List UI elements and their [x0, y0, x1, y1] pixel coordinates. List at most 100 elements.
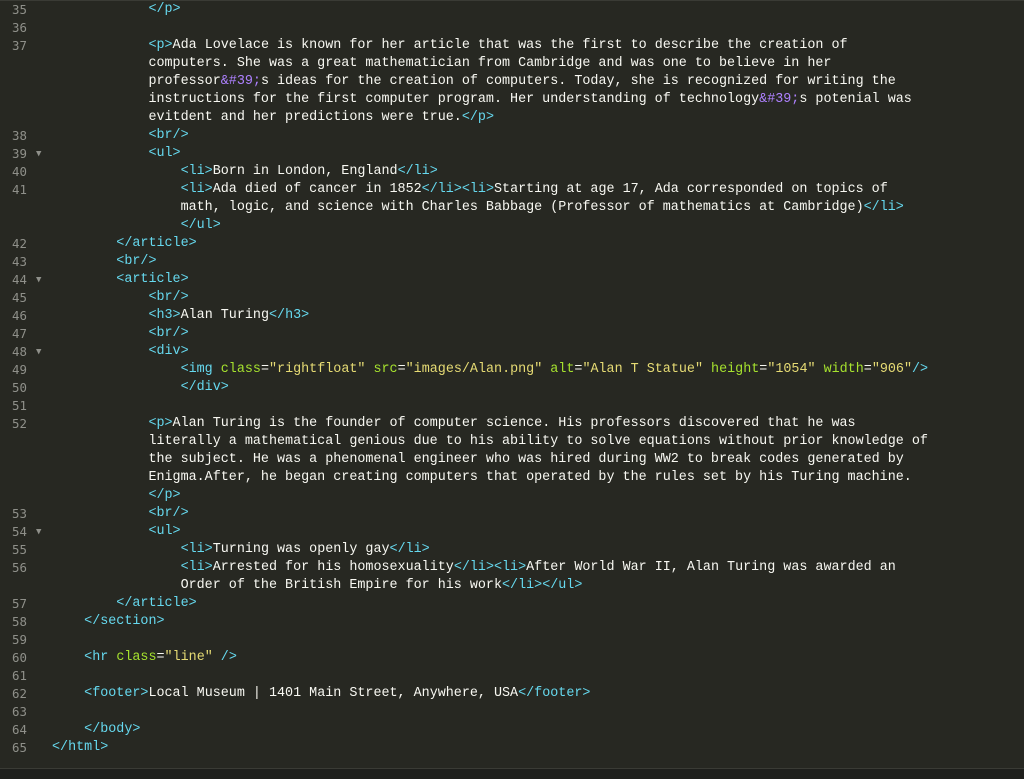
- code-line[interactable]: 59: [0, 631, 1024, 649]
- code-token: <img: [52, 362, 221, 377]
- code-line[interactable]: 56 <li>Arrested for his homosexuality</l…: [0, 559, 1024, 595]
- line-number: 38: [0, 127, 52, 145]
- code-token: <ul>: [52, 146, 181, 161]
- code-token: <br/>: [52, 128, 189, 143]
- code-token: />: [213, 650, 237, 665]
- line-number: 45: [0, 289, 52, 307]
- code-line[interactable]: 55 <li>Turning was openly gay</li>: [0, 541, 1024, 559]
- line-code[interactable]: <br/>: [52, 505, 1024, 523]
- line-number: 44: [0, 271, 52, 289]
- line-code[interactable]: <ul>: [52, 523, 1024, 541]
- line-code[interactable]: </article>: [52, 595, 1024, 613]
- code-line[interactable]: 51: [0, 397, 1024, 415]
- code-token: </body>: [52, 722, 140, 737]
- code-line[interactable]: 42 </article>: [0, 235, 1024, 253]
- code-token: Local Museum | 1401 Main Street, Anywher…: [148, 686, 518, 701]
- code-line[interactable]: 64 </body>: [0, 721, 1024, 739]
- code-token: </div>: [52, 380, 229, 395]
- line-code[interactable]: <article>: [52, 271, 1024, 289]
- code-line[interactable]: 63: [0, 703, 1024, 721]
- code-line[interactable]: 47 <br/>: [0, 325, 1024, 343]
- line-gutter: 60: [0, 649, 52, 667]
- line-gutter: 46: [0, 307, 52, 325]
- fold-arrow-icon[interactable]: ▼: [36, 145, 41, 163]
- line-code[interactable]: </div>: [52, 379, 1024, 397]
- code-token: <div>: [52, 344, 189, 359]
- line-number: 63: [0, 703, 52, 721]
- code-line[interactable]: 44▼ <article>: [0, 271, 1024, 289]
- code-token: <article>: [52, 272, 189, 287]
- line-number: 41: [0, 181, 52, 199]
- line-code[interactable]: <h3>Alan Turing</h3>: [52, 307, 1024, 325]
- line-code[interactable]: <br/>: [52, 325, 1024, 343]
- line-number: 40: [0, 163, 52, 181]
- line-gutter: 53: [0, 505, 52, 523]
- code-line[interactable]: 48▼ <div>: [0, 343, 1024, 361]
- code-token: />: [912, 362, 928, 377]
- code-line[interactable]: 40 <li>Born in London, England</li>: [0, 163, 1024, 181]
- line-code[interactable]: <li>Arrested for his homosexuality</li><…: [52, 559, 1024, 595]
- line-code[interactable]: <li>Born in London, England</li>: [52, 163, 1024, 181]
- code-line[interactable]: 49 <img class="rightfloat" src="images/A…: [0, 361, 1024, 379]
- status-bar: [0, 768, 1024, 779]
- fold-arrow-icon[interactable]: ▼: [36, 523, 41, 541]
- line-code[interactable]: <p>Alan Turing is the founder of compute…: [52, 415, 1024, 505]
- code-token: </li><li>: [454, 560, 526, 575]
- line-number: 47: [0, 325, 52, 343]
- code-token: alt: [550, 362, 574, 377]
- line-gutter: 39▼: [0, 145, 52, 163]
- code-token: =: [261, 362, 269, 377]
- line-gutter: 52: [0, 415, 52, 433]
- line-code[interactable]: </section>: [52, 613, 1024, 631]
- code-line[interactable]: 45 <br/>: [0, 289, 1024, 307]
- code-line[interactable]: 54▼ <ul>: [0, 523, 1024, 541]
- code-line[interactable]: 65</html>: [0, 739, 1024, 757]
- line-code[interactable]: <div>: [52, 343, 1024, 361]
- code-editor[interactable]: 35 </p>3637 <p>Ada Lovelace is known for…: [0, 0, 1024, 769]
- line-code[interactable]: <p>Ada Lovelace is known for her article…: [52, 37, 1024, 127]
- code-line[interactable]: 50 </div>: [0, 379, 1024, 397]
- code-line[interactable]: 52 <p>Alan Turing is the founder of comp…: [0, 415, 1024, 505]
- line-code[interactable]: <ul>: [52, 145, 1024, 163]
- line-code[interactable]: <br/>: [52, 127, 1024, 145]
- line-code[interactable]: <li>Turning was openly gay</li>: [52, 541, 1024, 559]
- code-line[interactable]: 53 <br/>: [0, 505, 1024, 523]
- code-line[interactable]: 37 <p>Ada Lovelace is known for her arti…: [0, 37, 1024, 127]
- code-line[interactable]: 57 </article>: [0, 595, 1024, 613]
- code-line[interactable]: 43 <br/>: [0, 253, 1024, 271]
- fold-arrow-icon[interactable]: ▼: [36, 271, 41, 289]
- fold-arrow-icon[interactable]: ▼: [36, 343, 41, 361]
- code-line[interactable]: 39▼ <ul>: [0, 145, 1024, 163]
- code-token: Turning was openly gay: [213, 542, 390, 557]
- code-line[interactable]: 41 <li>Ada died of cancer in 1852</li><l…: [0, 181, 1024, 235]
- line-code[interactable]: </article>: [52, 235, 1024, 253]
- line-number: 61: [0, 667, 52, 685]
- code-token: </li>: [390, 542, 430, 557]
- line-code[interactable]: </p>: [52, 1, 1024, 19]
- line-code[interactable]: <br/>: [52, 253, 1024, 271]
- code-line[interactable]: 36: [0, 19, 1024, 37]
- code-token: "Alan T Statue": [582, 362, 703, 377]
- code-token: [703, 362, 711, 377]
- code-token: <footer>: [52, 686, 148, 701]
- line-gutter: 61: [0, 667, 52, 685]
- code-token: <li>: [52, 560, 213, 575]
- line-gutter: 36: [0, 19, 52, 37]
- code-line[interactable]: 62 <footer>Local Museum | 1401 Main Stre…: [0, 685, 1024, 703]
- line-code[interactable]: <li>Ada died of cancer in 1852</li><li>S…: [52, 181, 1024, 235]
- code-line[interactable]: 35 </p>: [0, 1, 1024, 19]
- code-token: Born in London, England: [213, 164, 398, 179]
- line-code[interactable]: </html>: [52, 739, 1024, 757]
- code-line[interactable]: 61: [0, 667, 1024, 685]
- code-line[interactable]: 46 <h3>Alan Turing</h3>: [0, 307, 1024, 325]
- line-gutter: 65: [0, 739, 52, 757]
- line-code[interactable]: </body>: [52, 721, 1024, 739]
- line-code[interactable]: <hr class="line" />: [52, 649, 1024, 667]
- code-line[interactable]: 38 <br/>: [0, 127, 1024, 145]
- line-code[interactable]: <img class="rightfloat" src="images/Alan…: [52, 361, 1024, 379]
- code-line[interactable]: 60 <hr class="line" />: [0, 649, 1024, 667]
- line-code[interactable]: <br/>: [52, 289, 1024, 307]
- code-line[interactable]: 58 </section>: [0, 613, 1024, 631]
- code-token: =: [864, 362, 872, 377]
- line-code[interactable]: <footer>Local Museum | 1401 Main Street,…: [52, 685, 1024, 703]
